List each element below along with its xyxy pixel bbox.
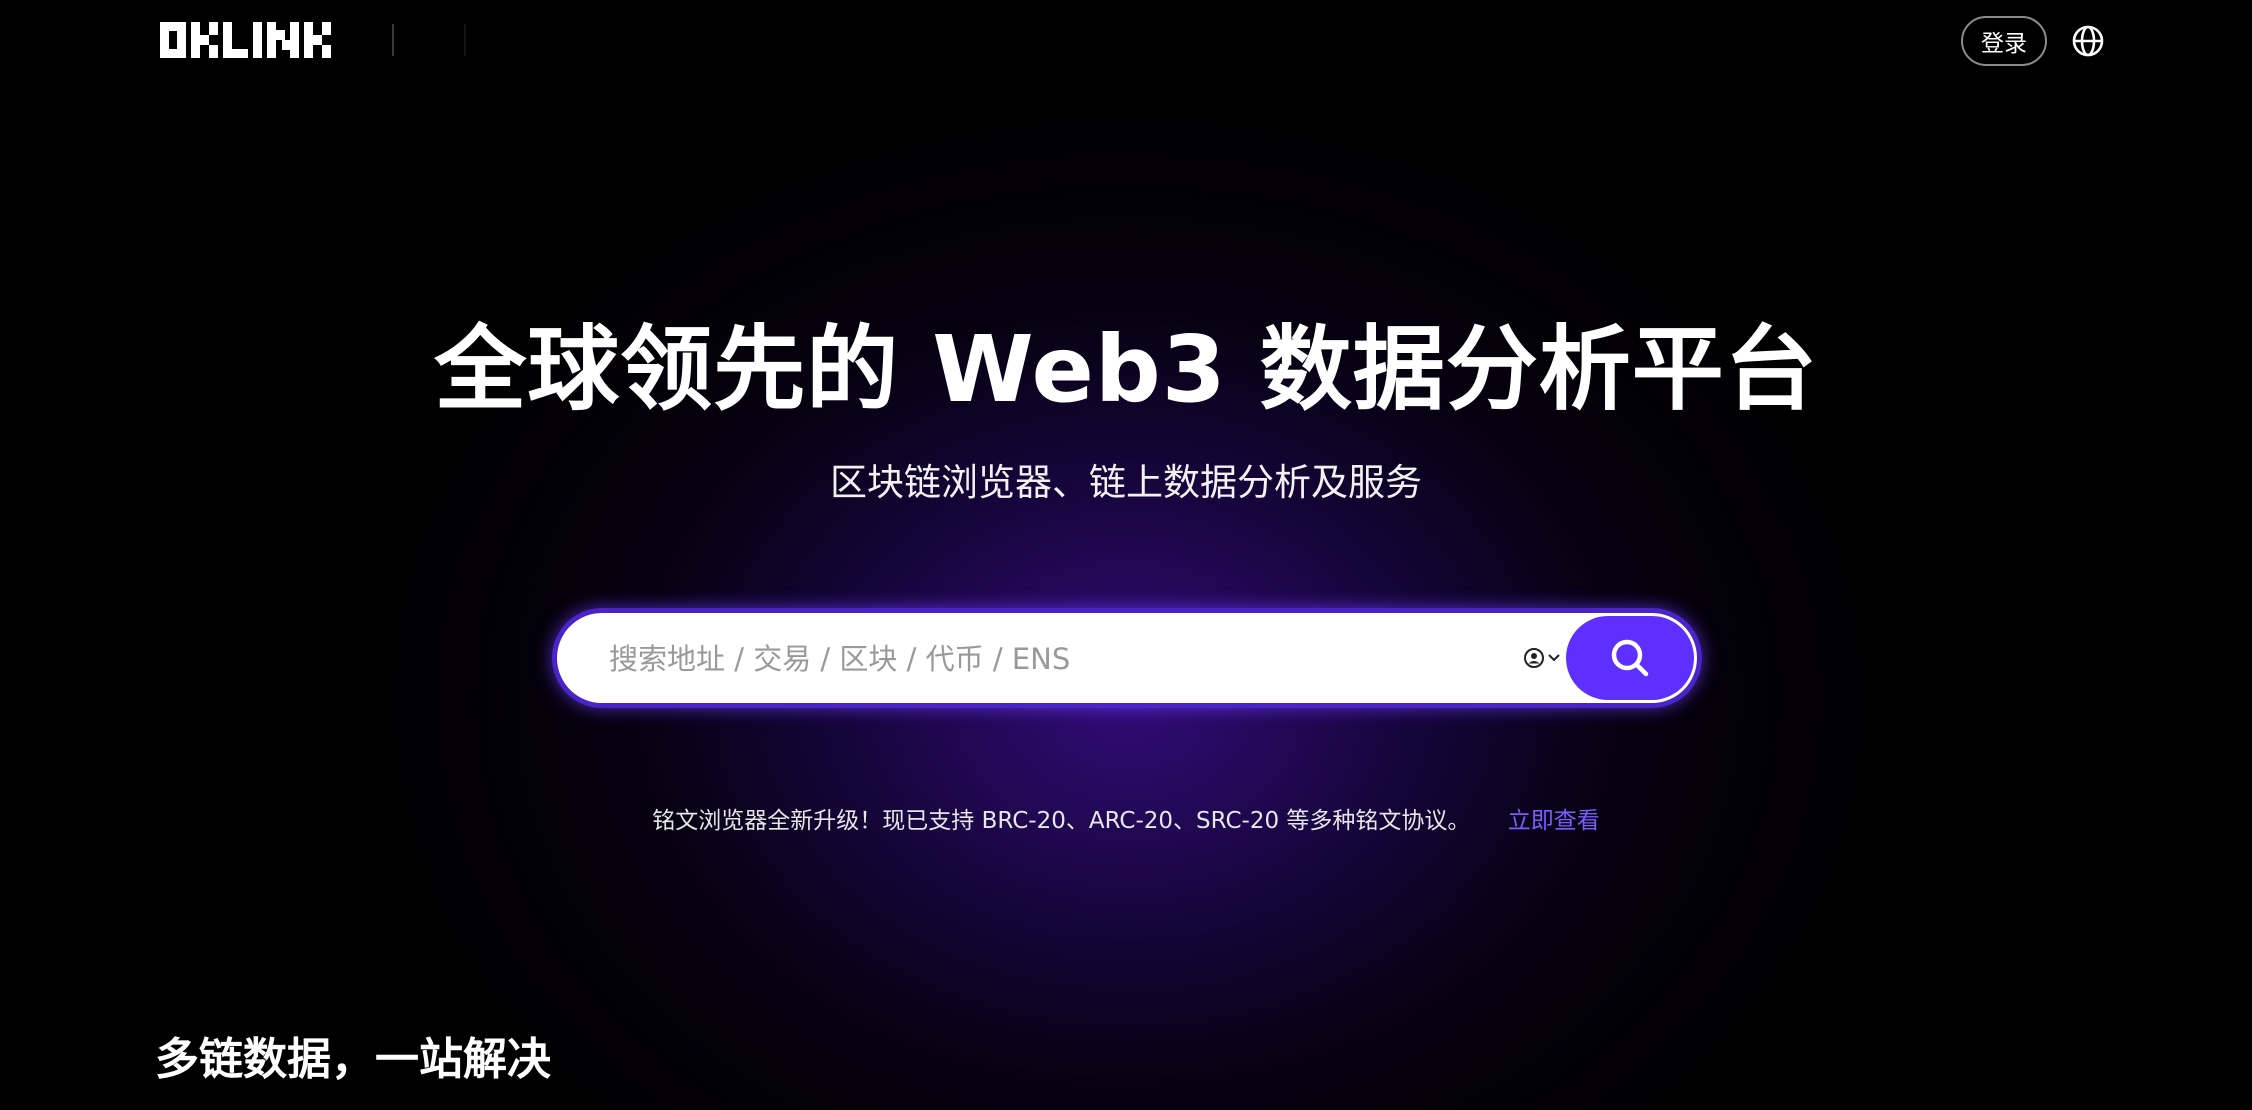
search-filter-dropdown[interactable] [1523,642,1567,674]
section-title: 多链数据，一站解决 [155,1034,551,1085]
search-button[interactable] [1566,616,1694,700]
view-now-link[interactable]: 立即查看 [1508,808,1600,834]
header-divider [392,24,394,56]
search-icon [1611,639,1649,677]
hero-subtitle: 区块链浏览器、链上数据分析及服务 [830,461,1422,504]
hero-background-glow [0,0,2252,1110]
search-bar [552,608,1702,708]
chevron-down-icon [1548,654,1560,662]
header-divider [464,24,466,56]
user-circle-icon [1524,648,1544,668]
login-button[interactable]: 登录 [1961,16,2047,66]
hero-title: 全球领先的 Web3 数据分析平台 [434,316,1818,423]
globe-icon[interactable] [2070,23,2106,59]
oklink-logo[interactable] [160,22,334,58]
top-header: 登录 [0,0,2252,84]
announcement-banner: 铭文浏览器全新升级！现已支持 BRC-20、ARC-20、SRC-20 等多种铭… [0,805,2252,837]
oklink-logo-mark [160,22,331,58]
search-input[interactable] [607,613,1511,705]
announcement-text: 铭文浏览器全新升级！现已支持 BRC-20、ARC-20、SRC-20 等多种铭… [652,808,1471,834]
